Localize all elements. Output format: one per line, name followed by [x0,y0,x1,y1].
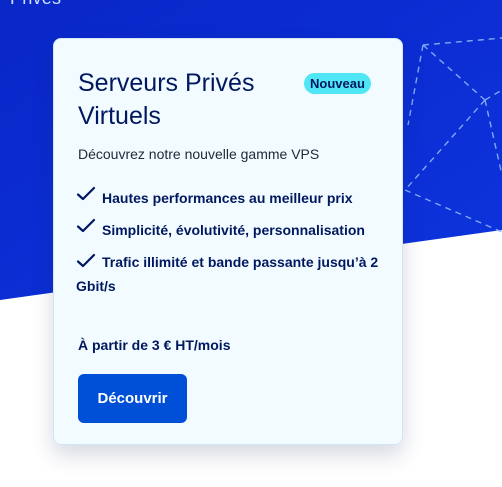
feature-item: Hautes performances au meilleur prix [76,186,386,210]
vps-offer-card: Serveurs Privés Virtuels Nouveau Découvr… [53,38,403,445]
card-title: Serveurs Privés Virtuels [78,69,255,130]
discover-button[interactable]: Découvrir [78,374,187,423]
checkmark-icon [76,218,96,233]
feature-text: Simplicité, évolutivité, personnalisatio… [102,222,365,238]
new-badge: Nouveau [304,73,371,94]
card-subtitle: Découvrez notre nouvelle gamme VPS [78,146,320,162]
page: Privés Serveurs Privés Virtuels Nouveau … [0,0,502,487]
checkmark-icon [76,186,96,201]
hero-heading-fragment: Privés [10,0,61,9]
feature-item: Trafic illimité et bande passante jusqu’… [76,250,386,298]
checkmark-icon [76,253,96,268]
feature-text: Hautes performances au meilleur prix [102,190,353,206]
feature-text: Trafic illimité et bande passante jusqu’… [76,254,379,294]
price-text: À partir de 3 € HT/mois [78,337,231,353]
feature-item: Simplicité, évolutivité, personnalisatio… [76,218,386,242]
feature-list: Hautes performances au meilleur prix Sim… [76,186,386,306]
